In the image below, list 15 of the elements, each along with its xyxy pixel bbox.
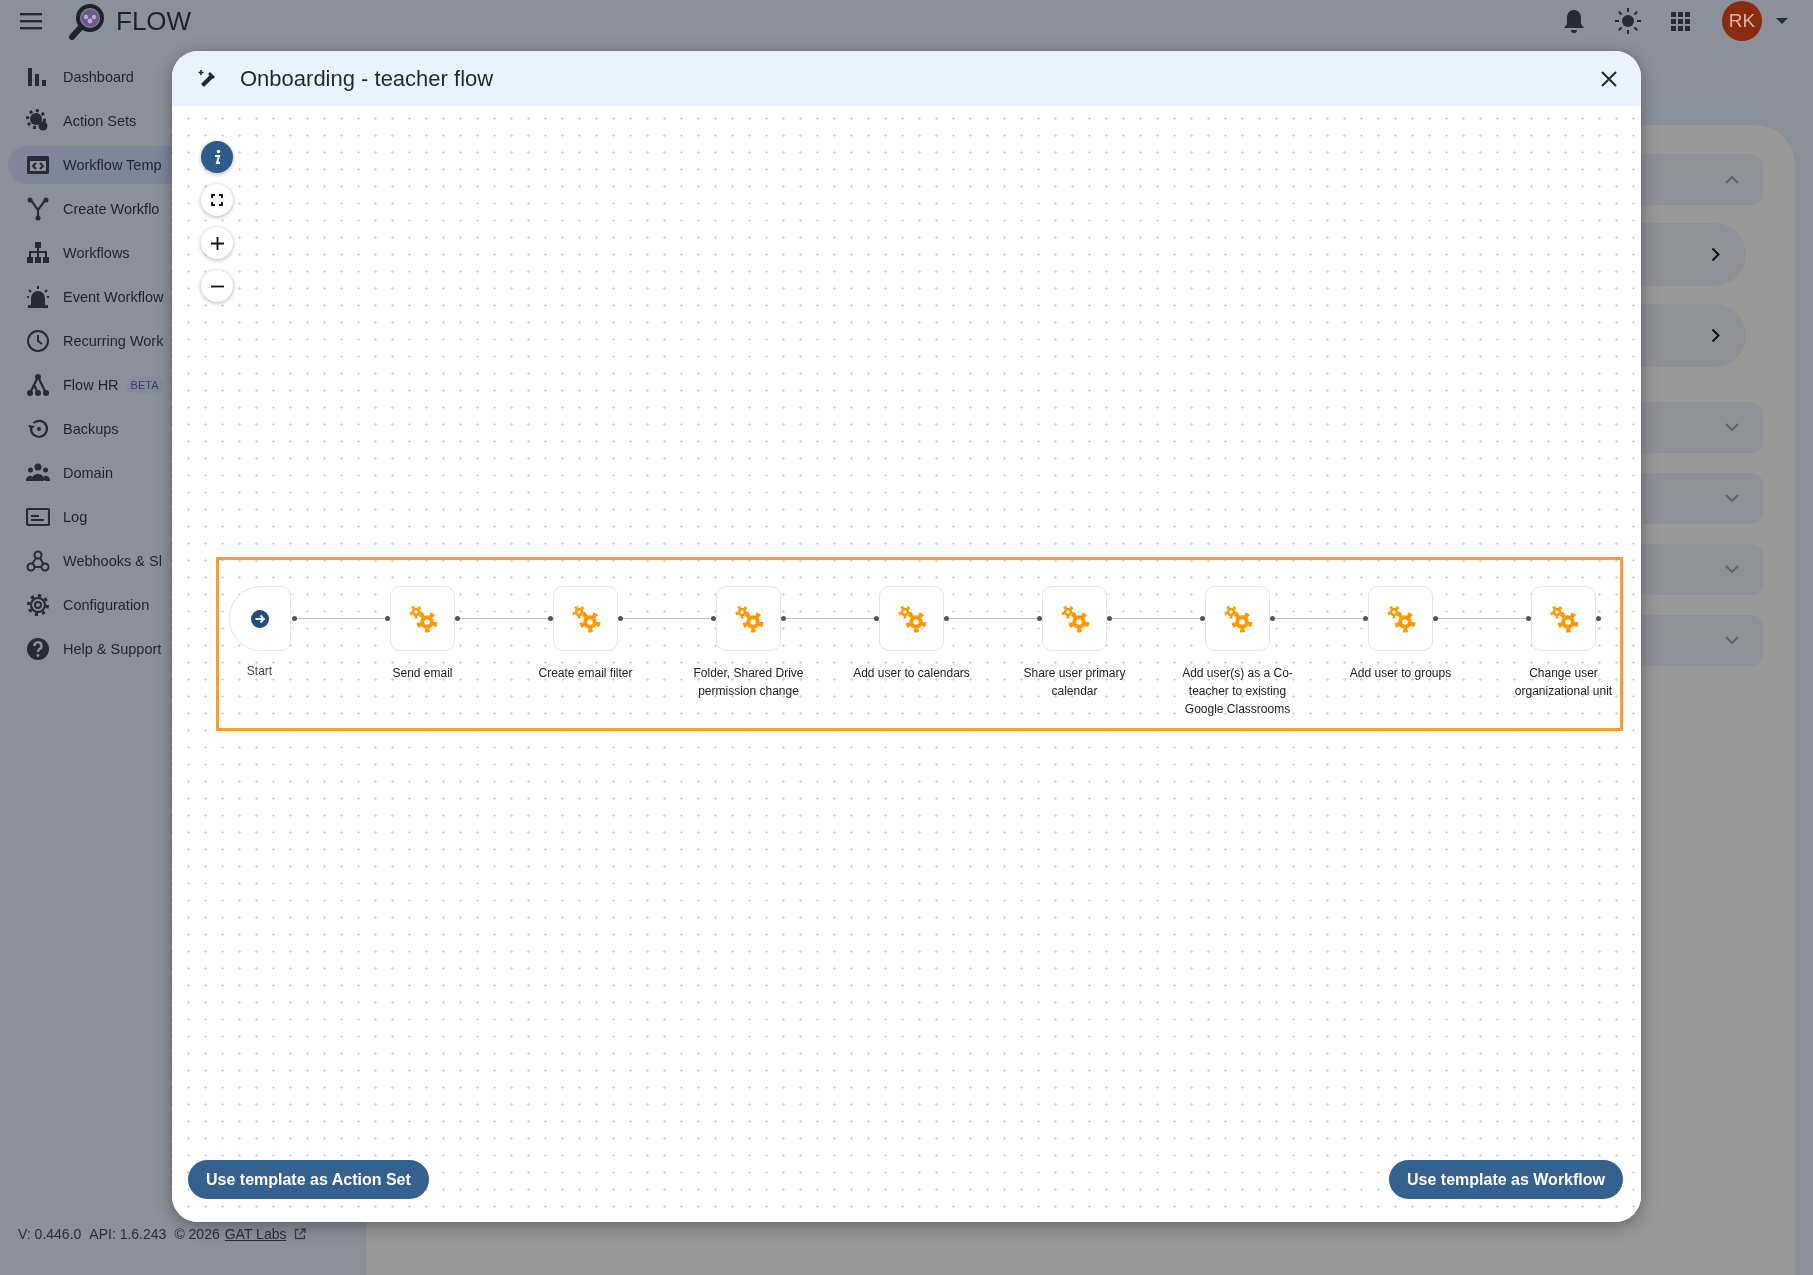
api-version-text: API: 1.6.243 (89, 1226, 167, 1242)
copyright-text: © 2026 (174, 1226, 220, 1242)
node-label: Send email (391, 665, 454, 682)
beta-badge: BETA (125, 377, 164, 393)
node-label: Folder, Shared Drive permission change (692, 665, 805, 700)
version-text: V: 0.446.0 (18, 1226, 82, 1242)
node-label: Add user to groups (1348, 665, 1453, 682)
node-label: Share user primary calendar (1022, 665, 1127, 700)
node-label: Add user to calendars (852, 665, 971, 682)
node-label: Add user(s) as a Co-teacher to existing Google Classrooms (1181, 665, 1294, 718)
node-label: Start (245, 663, 274, 680)
node-label: Create email filter (537, 665, 634, 682)
node-label: Change user organizational unit (1513, 665, 1614, 700)
dialog-title: Onboarding - teacher flow (240, 65, 495, 92)
app-name: FLOW (116, 5, 192, 37)
